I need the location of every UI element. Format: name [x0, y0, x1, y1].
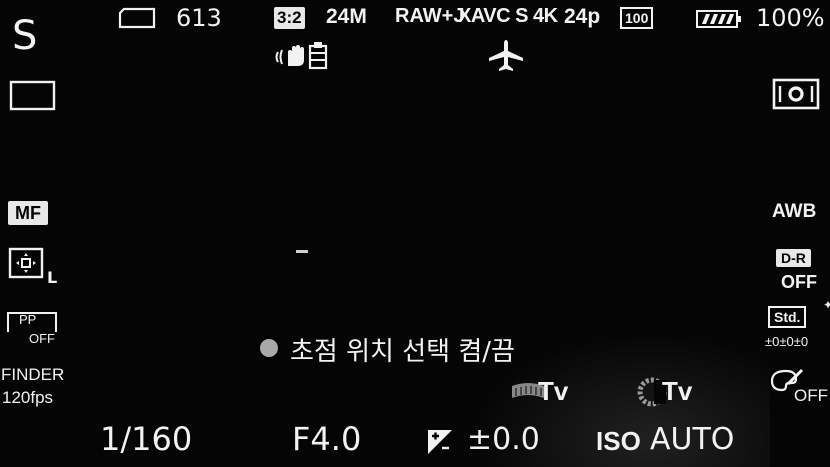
battery-icon — [696, 8, 742, 30]
creative-style[interactable]: Std. — [768, 306, 807, 328]
finder-fps: 120fps — [2, 388, 54, 407]
shots-remaining: 613 — [176, 4, 222, 32]
iso-value[interactable]: AUTO — [650, 422, 734, 457]
focus-area-size: L — [47, 268, 58, 287]
pp-label: PP — [19, 312, 37, 327]
dro-label[interactable]: D-R — [776, 249, 811, 267]
focus-mode-badge[interactable]: MF — [8, 201, 48, 225]
aperture[interactable]: F4.0 — [292, 420, 361, 458]
picture-effect-state: OFF — [794, 386, 828, 405]
shutter-speed[interactable]: 1/160 — [100, 420, 192, 458]
image-size: 24M — [326, 5, 367, 28]
iso-label: ISO — [596, 426, 641, 456]
exposure-comp-value[interactable]: ±0.0 — [467, 422, 540, 457]
drive-mode-single-icon[interactable] — [9, 80, 57, 112]
white-balance[interactable]: AWB — [772, 201, 816, 223]
airplane-mode-icon — [486, 38, 526, 72]
creative-style-values: ±0±0±0 — [765, 334, 809, 349]
focus-area-icon[interactable] — [8, 247, 48, 283]
dro-state: OFF — [781, 272, 817, 292]
creative-style-star: ✦ — [823, 298, 830, 312]
battery-percent: 100% — [756, 4, 825, 32]
focus-position-message: 초점 위치 선택 켬/끔 — [290, 337, 515, 367]
shooting-mode[interactable]: S — [12, 12, 37, 60]
memory-card-icon — [118, 7, 158, 29]
exposure-comp-icon — [427, 429, 453, 455]
frame-rate: 24p — [564, 5, 601, 28]
picture-profile[interactable]: PP OFF — [7, 312, 57, 346]
movie-format: XAVC S 4K — [458, 5, 558, 27]
record-dot-icon — [260, 339, 278, 357]
rear-dial-label: Tv — [662, 376, 693, 406]
aspect-ratio: 3:2 — [274, 7, 305, 29]
finder-label: FINDER — [1, 365, 65, 384]
pp-state: OFF — [29, 331, 55, 346]
file-format: RAW+J — [395, 5, 465, 27]
steadyshot-icon — [274, 40, 330, 70]
bitrate-badge: 100 — [620, 7, 654, 29]
metering-multi-icon[interactable] — [772, 78, 822, 112]
front-dial-label: Tv — [538, 376, 569, 406]
focus-marker — [296, 250, 308, 253]
